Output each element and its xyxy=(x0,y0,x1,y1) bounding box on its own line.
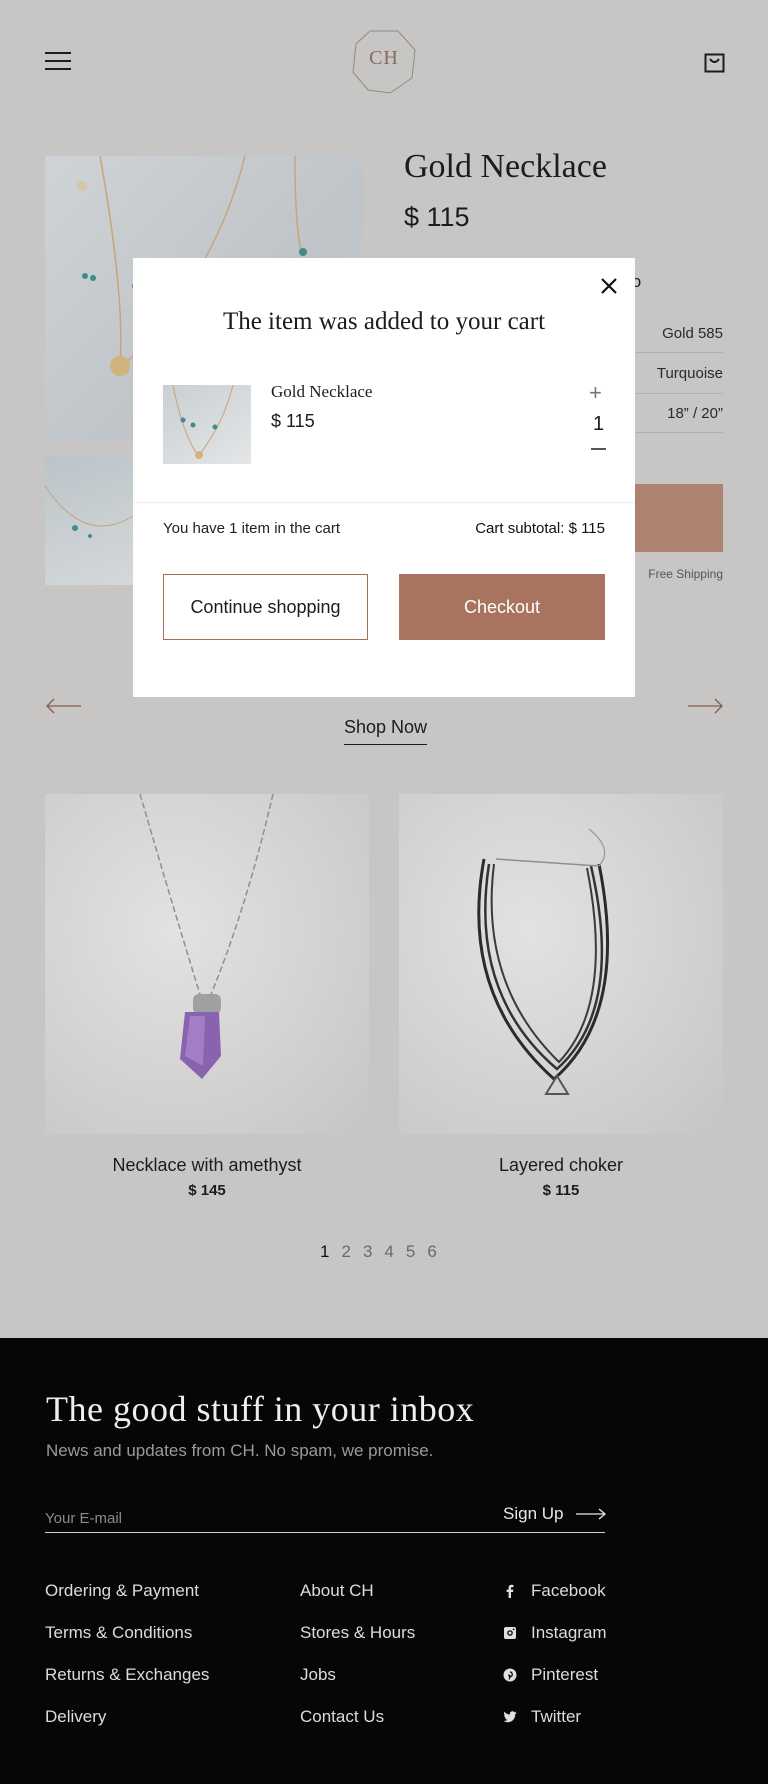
spec-length: 18” / 20” xyxy=(667,405,723,422)
social-label: Pinterest xyxy=(531,1665,599,1684)
modal-divider xyxy=(133,502,635,503)
modal-item-name: Gold Necklace xyxy=(271,382,373,401)
product-card-price: $ 145 xyxy=(188,1182,226,1199)
add-to-cart-button[interactable] xyxy=(620,484,723,552)
sign-up-label: Sign Up xyxy=(503,1504,564,1523)
arrow-right-icon[interactable] xyxy=(687,697,724,715)
modal-item-price: $ 115 xyxy=(271,411,315,431)
close-icon[interactable] xyxy=(599,276,619,296)
product-card-name[interactable]: Layered choker xyxy=(399,1155,723,1176)
twitter-icon xyxy=(503,1711,517,1723)
cart-subtotal: Cart subtotal: $ 115 xyxy=(475,520,605,537)
minus-icon[interactable] xyxy=(591,448,606,450)
page-link[interactable]: 4 xyxy=(384,1242,393,1262)
logo-text: CH xyxy=(369,47,399,69)
footer-link[interactable]: Delivery xyxy=(45,1707,106,1727)
footer-link[interactable]: Ordering & Payment xyxy=(45,1581,199,1601)
cart-icon[interactable] xyxy=(704,53,725,73)
social-label: Facebook xyxy=(531,1581,606,1600)
social-label: Twitter xyxy=(531,1707,582,1726)
page-link[interactable]: 3 xyxy=(363,1242,372,1262)
added-to-cart-modal: The item was added to your cart Gold Nec… xyxy=(133,258,635,697)
social-facebook[interactable]: Facebook xyxy=(503,1581,606,1601)
footer-link[interactable]: Terms & Conditions xyxy=(45,1623,192,1643)
product-thumbnail[interactable] xyxy=(45,456,133,585)
page-link[interactable]: 5 xyxy=(406,1242,415,1262)
footer: The good stuff in your inbox News and up… xyxy=(0,1338,768,1784)
footer-link[interactable]: Jobs xyxy=(300,1665,336,1685)
social-twitter[interactable]: Twitter xyxy=(503,1707,581,1727)
page-link[interactable]: 2 xyxy=(341,1242,350,1262)
facebook-icon xyxy=(506,1584,514,1598)
shop-now-link[interactable]: Shop Now xyxy=(344,717,428,745)
social-pinterest[interactable]: Pinterest xyxy=(503,1665,598,1685)
arrow-right-icon xyxy=(576,1508,607,1520)
sign-up-button[interactable]: Sign Up xyxy=(503,1504,607,1524)
page-link[interactable]: 6 xyxy=(427,1242,436,1262)
modal-title: The item was added to your cart xyxy=(222,308,546,335)
footer-link[interactable]: Contact Us xyxy=(300,1707,384,1727)
product-card-image[interactable] xyxy=(45,794,369,1134)
footer-link[interactable]: Stores & Hours xyxy=(300,1623,415,1643)
newsletter-subtitle: News and updates from CH. No spam, we pr… xyxy=(46,1441,434,1460)
cart-count-text: You have 1 item in the cart xyxy=(163,520,341,537)
product-price: $ 115 xyxy=(404,202,470,232)
continue-shopping-button[interactable]: Continue shopping xyxy=(163,574,368,640)
newsletter-title: The good stuff in your inbox xyxy=(46,1389,475,1429)
product-card-name[interactable]: Necklace with amethyst xyxy=(45,1155,369,1176)
page-link[interactable]: 1 xyxy=(320,1242,329,1262)
product-card-image[interactable] xyxy=(399,794,723,1134)
product-title: Gold Necklace xyxy=(404,148,607,185)
arrow-left-icon[interactable] xyxy=(45,697,82,715)
instagram-icon xyxy=(504,1627,516,1639)
free-shipping-note: Free Shipping xyxy=(648,567,723,581)
pagination: 1 2 3 4 5 6 xyxy=(320,1242,437,1262)
social-instagram[interactable]: Instagram xyxy=(503,1623,607,1643)
pinterest-icon xyxy=(503,1668,517,1682)
spec-metal: Gold 585 xyxy=(662,325,723,342)
footer-link[interactable]: Returns & Exchanges xyxy=(45,1665,209,1685)
checkout-button[interactable]: Checkout xyxy=(399,574,605,640)
menu-icon[interactable] xyxy=(45,52,71,72)
plus-icon[interactable]: + xyxy=(589,380,602,406)
product-card-price: $ 115 xyxy=(542,1182,580,1199)
spec-stone: Turquoise xyxy=(656,365,723,382)
footer-link[interactable]: About CH xyxy=(300,1581,374,1601)
social-label: Instagram xyxy=(531,1623,607,1642)
modal-item-image xyxy=(163,385,251,464)
quantity-value: 1 xyxy=(593,413,605,435)
